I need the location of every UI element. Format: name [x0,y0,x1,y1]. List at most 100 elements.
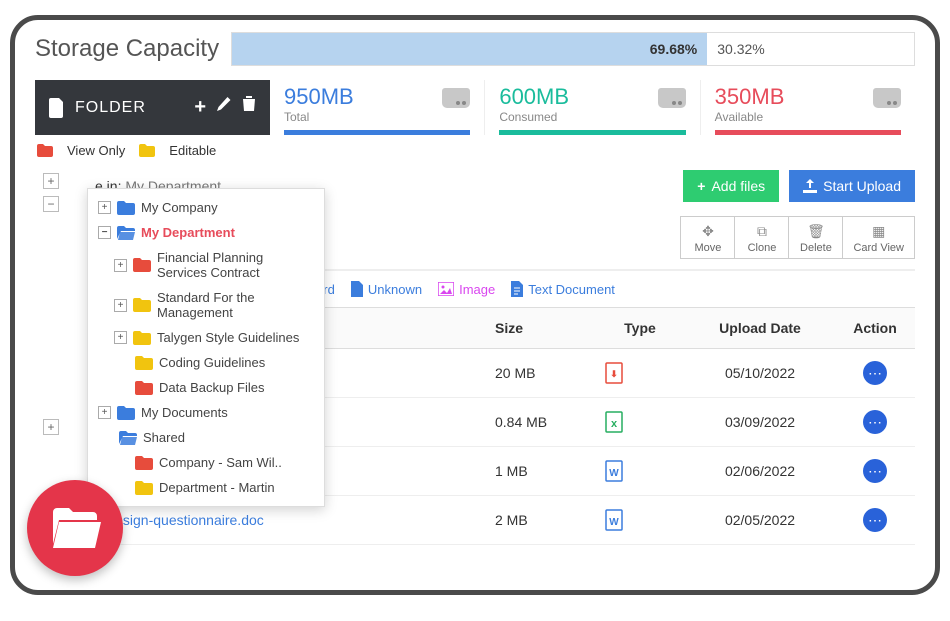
start-upload-button[interactable]: Start Upload [789,170,915,202]
tree-item-label: Department - Martin [159,480,314,495]
row-action-button[interactable]: ⋯ [863,361,887,385]
storage-free-pct: 30.32% [707,41,764,57]
word-icon: W [605,509,675,531]
file-action-cell: ⋯ [835,496,915,545]
tree-collapse-2[interactable]: − [43,196,59,212]
tree-item[interactable]: + My Company [88,195,324,220]
upload-icon [803,179,817,193]
tree-item[interactable]: Coding Guidelines [88,350,324,375]
tree-item[interactable]: Data Backup Files [88,375,324,400]
file-size-cell: 20 MB [485,349,595,398]
folder-icon [117,201,135,215]
tree-item-label: Company - Sam Wil.. [159,455,314,470]
storage-used: 69.68% [232,33,707,65]
file-date-cell: 02/05/2022 [685,496,835,545]
tree-expand-toggle[interactable]: + [114,299,127,312]
file-type-cell: ⬇ [595,349,685,398]
storage-bar: Storage Capacity 69.68% 30.32% [15,20,935,72]
svg-text:x: x [611,418,618,430]
tree-item-label: Talygen Style Guidelines [157,330,314,345]
tree-item-label: My Documents [141,405,314,420]
tree-item[interactable]: +Standard For the Management [88,285,324,325]
folder-icon [119,431,137,445]
tree-item[interactable]: +Financial Planning Services Contract [88,245,324,285]
folder-icon [135,381,153,395]
word-icon: W [605,460,675,482]
file-size-cell: 2 MB [485,496,595,545]
tree-item[interactable]: Department - Martin [88,475,324,500]
tree-item[interactable]: Shared [88,425,324,450]
excel-icon: x [605,411,675,433]
folder-actions: + [194,96,256,119]
folder-icon [135,481,153,495]
file-icon [49,98,65,118]
storage-used-pct: 69.68% [650,41,697,57]
th-type[interactable]: Type [595,308,685,349]
tree-expand-toggle[interactable]: + [114,259,127,272]
stat-consumed: 600MB Consumed [485,80,700,135]
tree-item-label: Data Backup Files [159,380,314,395]
folder-icon [133,258,151,272]
filter-text[interactable]: Text Document [511,281,615,297]
legend-row: View Only Editable [15,135,935,162]
delete-folder-icon[interactable] [242,96,256,119]
text-icon [511,281,523,297]
hdd-icon [658,88,686,113]
move-icon: ✥ [691,223,724,240]
folder-fab[interactable] [27,480,123,576]
folder-red-icon [37,144,53,157]
tree-expand-toggle[interactable]: − [98,226,111,239]
cardview-button[interactable]: ▦Card View [842,216,915,259]
filter-unknown[interactable]: Unknown [351,281,422,297]
folder-label: FOLDER [75,99,184,117]
row-action-button[interactable]: ⋯ [863,459,887,483]
tree-item[interactable]: + My Documents [88,400,324,425]
add-folder-icon[interactable]: + [194,96,206,119]
file-action-cell: ⋯ [835,447,915,496]
file-date-cell: 05/10/2022 [685,349,835,398]
tree-item[interactable]: −My Department [88,220,324,245]
tree-expand-toggle[interactable]: + [98,201,111,214]
tree-expand-toggle[interactable]: + [98,406,111,419]
move-button[interactable]: ✥Move [680,216,734,259]
tree-expand-3[interactable]: + [43,419,59,435]
file-icon [351,281,363,297]
delete-button[interactable]: 🗑Delete [788,216,842,259]
th-date[interactable]: Upload Date [685,308,835,349]
folder-icon [135,456,153,470]
svg-text:W: W [609,517,619,528]
tree-expand-1[interactable]: + [43,173,59,189]
svg-text:W: W [609,468,619,479]
clone-button[interactable]: ⧉Clone [734,216,788,259]
row-action-button[interactable]: ⋯ [863,410,887,434]
storage-title: Storage Capacity [35,35,219,63]
tool-buttons: ✥Move ⧉Clone 🗑Delete ▦Card View [680,216,915,259]
row-action-button[interactable]: ⋯ [863,508,887,532]
trash-icon: 🗑 [799,223,832,240]
tree-expand-toggle[interactable]: + [114,331,127,344]
pdf-icon: ⬇ [605,362,675,384]
tree-item-label: My Company [141,200,314,215]
svg-text:⬇: ⬇ [610,369,618,379]
file-action-cell: ⋯ [835,349,915,398]
legend-view-only: View Only [67,143,125,158]
file-date-cell: 03/09/2022 [685,398,835,447]
stats-row: FOLDER + 950MB Total 600MB Consumed [15,80,935,135]
file-type-cell: W [595,496,685,545]
folder-tree-popup: + My Company −My Department+Financial Plan… [87,188,325,507]
tree-item[interactable]: + Talygen Style Guidelines [88,325,324,350]
file-action-cell: ⋯ [835,398,915,447]
tree-item-label: Shared [143,430,314,445]
folder-icon [133,331,151,345]
file-size-cell: 0.84 MB [485,398,595,447]
storage-progress: 69.68% 30.32% [231,32,915,66]
add-files-button[interactable]: + Add files [683,170,779,202]
folder-panel: FOLDER + [35,80,270,135]
legend-editable: Editable [169,143,216,158]
folder-icon [135,356,153,370]
filter-image[interactable]: Image [438,281,495,297]
tree-item[interactable]: Company - Sam Wil.. [88,450,324,475]
edit-folder-icon[interactable] [216,96,232,119]
th-size[interactable]: Size [485,308,595,349]
th-action[interactable]: Action [835,308,915,349]
